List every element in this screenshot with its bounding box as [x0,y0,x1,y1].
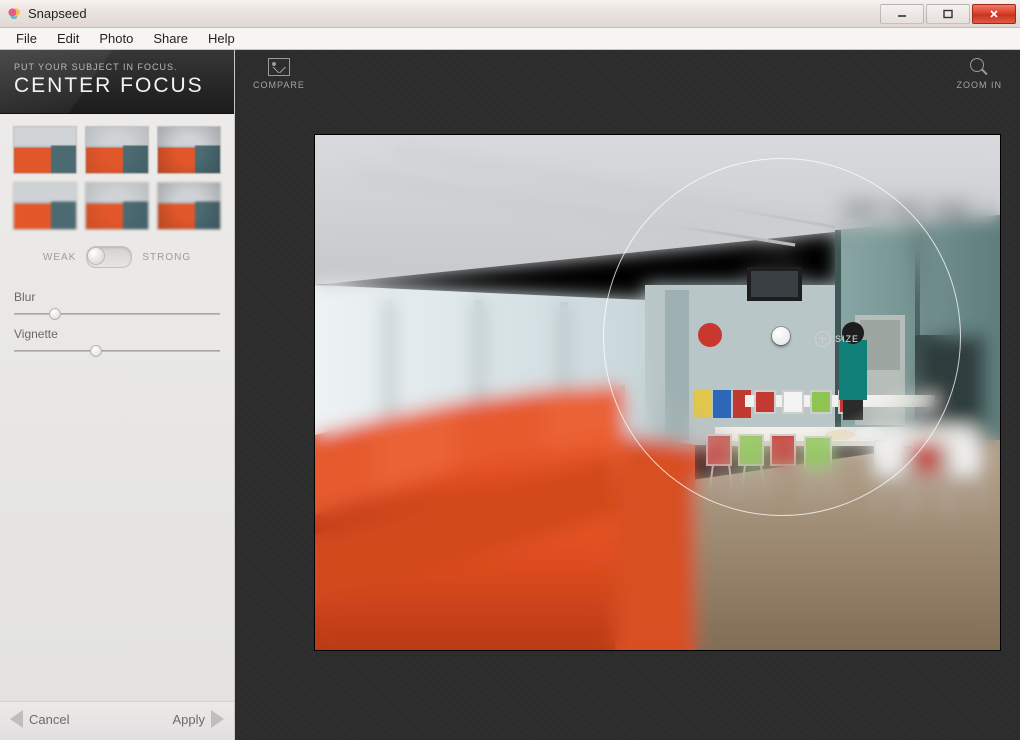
cancel-button[interactable]: Cancel [10,710,69,728]
compare-label: COMPARE [253,80,305,90]
cancel-label: Cancel [29,712,69,727]
preset-thumb[interactable] [13,182,77,230]
apply-label: Apply [172,712,205,727]
vignette-label: Vignette [14,327,220,341]
toggle-knob[interactable] [87,247,105,265]
compare-button[interactable]: COMPARE [253,58,305,90]
zoom-in-button[interactable]: ZOOM IN [957,58,1003,90]
close-button[interactable] [972,4,1016,24]
preset-grid [0,114,234,240]
window-titlebar: Snapseed [0,0,1020,28]
preset-thumb[interactable] [157,126,221,174]
slider-handle[interactable] [49,308,61,320]
arrow-left-icon [10,710,23,728]
menu-photo[interactable]: Photo [89,29,143,48]
toggle-label-strong: STRONG [142,252,191,263]
maximize-button[interactable] [926,4,970,24]
window-title: Snapseed [28,6,87,21]
preset-thumb[interactable] [85,126,149,174]
sidebar-footer: Cancel Apply [0,701,234,740]
blur-label: Blur [14,290,220,304]
minimize-button[interactable] [880,4,924,24]
menu-help[interactable]: Help [198,29,245,48]
arrow-right-icon [211,710,224,728]
preset-thumb[interactable] [157,182,221,230]
app-logo-icon [6,6,22,22]
tool-title: CENTER FOCUS [14,74,220,98]
zoom-icon [970,58,988,76]
toggle-label-weak: WEAK [43,252,76,263]
image-preview[interactable]: SIZE [315,135,1000,650]
sidebar: PUT YOUR SUBJECT IN FOCUS. CENTER FOCUS … [0,50,235,740]
strength-toggle-row: WEAK STRONG [0,240,234,280]
canvas-area: COMPARE ZOOM IN [235,50,1020,740]
preset-thumb[interactable] [85,182,149,230]
tool-subtitle: PUT YOUR SUBJECT IN FOCUS. [14,62,220,72]
vignette-slider[interactable] [14,344,220,358]
apply-button[interactable]: Apply [172,710,224,728]
compare-icon [268,58,290,76]
strength-toggle[interactable] [86,246,132,268]
blur-slider[interactable] [14,307,220,321]
menu-file[interactable]: File [6,29,47,48]
zoom-label: ZOOM IN [957,80,1003,90]
canvas-toolbar: COMPARE ZOOM IN [235,50,1020,98]
slider-track [14,350,220,352]
slider-handle[interactable] [90,345,102,357]
tool-header: PUT YOUR SUBJECT IN FOCUS. CENTER FOCUS [0,50,234,114]
menu-edit[interactable]: Edit [47,29,89,48]
menu-bar: File Edit Photo Share Help [0,28,1020,50]
slider-group: Blur Vignette [0,280,234,362]
preset-thumb[interactable] [13,126,77,174]
slider-track [14,313,220,315]
menu-share[interactable]: Share [143,29,198,48]
